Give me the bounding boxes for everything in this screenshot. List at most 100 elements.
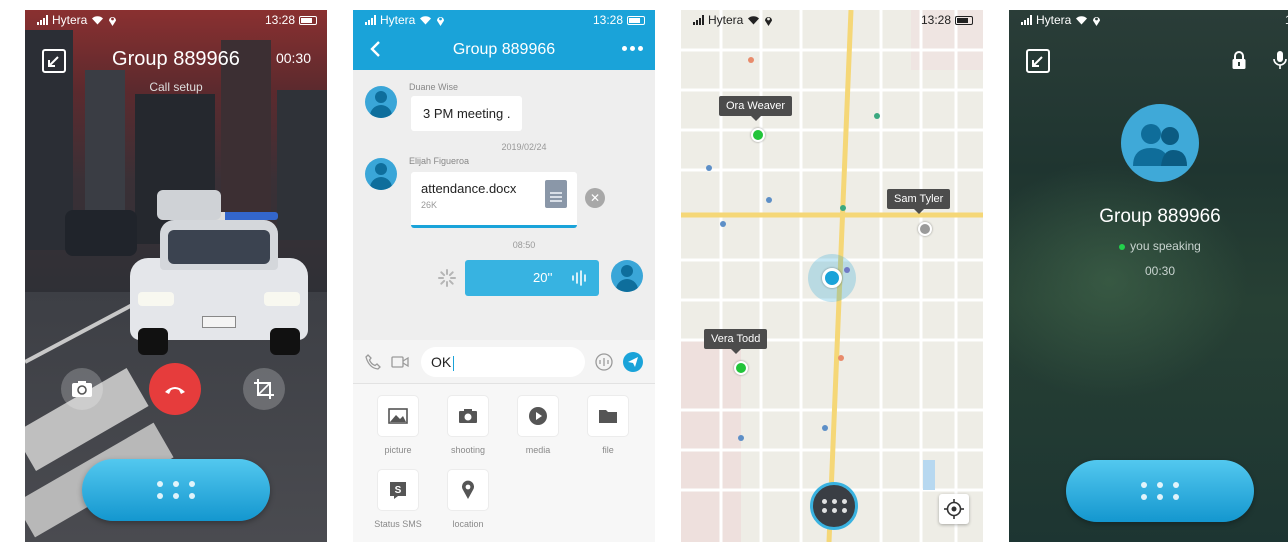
crop-button[interactable]	[243, 368, 285, 410]
group-icon	[1133, 124, 1187, 166]
camera-switch-icon	[72, 381, 92, 397]
video-call-screen: Hytera 13:28 Group 889966 00:30 Call set…	[25, 10, 327, 542]
sender-name: Elijah Figueroa	[409, 156, 470, 166]
microphone-icon[interactable]	[1273, 50, 1287, 70]
sms-icon: S	[390, 482, 406, 499]
avatar[interactable]	[365, 158, 397, 190]
tool-location[interactable]: location	[438, 470, 498, 529]
location-pin-icon	[462, 480, 474, 499]
carrier-name: Hytera	[380, 13, 416, 27]
folder-icon	[599, 410, 617, 423]
more-options-icon[interactable]	[622, 46, 643, 51]
keypad-dots-icon	[821, 499, 847, 513]
keypad-dots-icon	[1141, 482, 1179, 500]
tool-picture[interactable]: picture	[368, 396, 428, 455]
wifi-icon	[92, 16, 104, 25]
group-avatar	[1121, 104, 1199, 182]
wifi-icon	[748, 16, 760, 25]
push-to-talk-button[interactable]	[82, 459, 270, 521]
tool-file[interactable]: file	[578, 396, 638, 455]
chat-header: Hytera 13:28 Group 889966	[353, 10, 655, 70]
svg-text:S: S	[395, 485, 402, 496]
police-car	[130, 212, 308, 355]
lock-icon[interactable]	[1231, 50, 1247, 70]
member-tag[interactable]: Vera Todd	[704, 329, 768, 354]
member-tag[interactable]: Sam Tyler	[887, 189, 951, 214]
message-input[interactable]: OK	[421, 347, 585, 377]
push-to-talk-button[interactable]	[810, 482, 858, 530]
clock: 13:28	[592, 13, 623, 27]
message-input-value: OK	[431, 354, 452, 370]
call-status: Call setup	[149, 80, 203, 94]
voice-input-icon[interactable]	[595, 353, 613, 371]
tool-label: file	[602, 445, 614, 455]
phone-icon[interactable]	[365, 354, 381, 370]
call-title: Group 889966	[1099, 206, 1221, 227]
hang-up-icon	[165, 387, 185, 394]
clock: 13:28	[920, 13, 951, 27]
location-icon	[437, 16, 445, 26]
push-to-talk-button[interactable]	[1066, 460, 1254, 522]
carrier-name: Hytera	[1036, 13, 1072, 27]
carrier-name: Hytera	[708, 13, 744, 27]
tool-media[interactable]: media	[508, 396, 568, 455]
message-bubble[interactable]: 3 PM meeting .	[411, 96, 523, 131]
voice-message[interactable]: 20''	[465, 260, 599, 296]
time-stamp: 08:50	[512, 240, 536, 250]
date-stamp: 2019/02/24	[501, 142, 547, 152]
play-icon	[529, 407, 547, 425]
camera-icon	[459, 409, 477, 423]
member-tag[interactable]: Ora Weaver	[719, 96, 793, 121]
sender-name: Duane Wise	[409, 82, 459, 92]
voice-duration: 20''	[533, 270, 553, 285]
crop-icon	[254, 379, 274, 399]
tool-label: picture	[384, 445, 412, 455]
tool-status-sms[interactable]: S Status SMS	[368, 470, 428, 529]
minimize-icon[interactable]	[1025, 48, 1051, 74]
switch-camera-button[interactable]	[61, 368, 103, 410]
location-icon	[765, 16, 773, 26]
battery-icon	[627, 15, 645, 25]
member-pin[interactable]	[918, 222, 932, 236]
own-avatar[interactable]	[611, 260, 643, 292]
send-button[interactable]	[623, 352, 643, 372]
cancel-upload-icon[interactable]: ✕	[585, 188, 605, 208]
tool-shooting[interactable]: shooting	[438, 396, 498, 455]
video-call-icon[interactable]	[391, 356, 409, 368]
tool-label: Status SMS	[374, 519, 422, 529]
speaking-indicator	[1119, 243, 1126, 250]
call-timer: 00:30	[275, 50, 311, 66]
signal-icon	[1021, 15, 1032, 25]
document-icon	[545, 180, 567, 208]
voice-call-screen: Hytera 13:28 Group 889966 you speaking 0…	[1009, 10, 1288, 542]
message-list: Duane Wise 3 PM meeting . 2019/02/24 Eli…	[353, 70, 655, 340]
avatar[interactable]	[365, 86, 397, 118]
member-pin[interactable]	[751, 128, 765, 142]
location-icon	[1093, 16, 1101, 26]
status-bar: Hytera 13:28	[1009, 10, 1288, 30]
chat-title: Group 889966	[452, 41, 556, 58]
file-message[interactable]: attendance.docx 26K	[411, 172, 577, 228]
battery-icon	[299, 15, 317, 25]
status-bar: Hytera 13:28	[681, 10, 983, 30]
status-bar: Hytera 13:28	[25, 10, 327, 30]
call-timer: 00:30	[1144, 264, 1176, 278]
sound-wave-icon	[572, 270, 586, 286]
map-screen: Hytera 13:28 Ora Weaver Sam Tyler Vera T…	[681, 10, 983, 542]
tool-label: shooting	[450, 445, 486, 455]
crosshair-icon	[944, 499, 964, 519]
loading-icon	[438, 269, 456, 287]
locate-me-button[interactable]	[939, 494, 969, 524]
tool-label: location	[452, 519, 484, 529]
wifi-icon	[420, 16, 432, 25]
signal-icon	[37, 15, 48, 25]
location-icon	[109, 16, 117, 26]
hang-up-button[interactable]	[149, 363, 201, 415]
battery-icon	[955, 15, 973, 25]
member-pin[interactable]	[734, 361, 748, 375]
keypad-dots-icon	[157, 481, 195, 499]
input-bar: OK	[353, 340, 655, 384]
file-size: 26K	[421, 200, 438, 210]
file-name: attendance.docx	[421, 181, 517, 196]
speaking-status: you speaking	[1009, 239, 1288, 253]
